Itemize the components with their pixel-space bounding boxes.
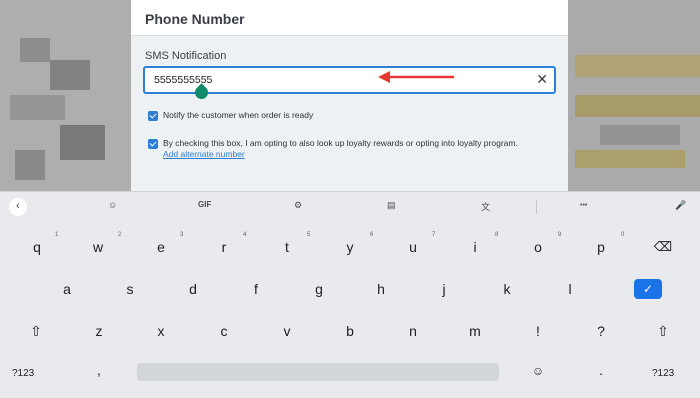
- key-u[interactable]: u: [398, 239, 428, 255]
- key-u-digit: 7: [432, 232, 436, 238]
- shift-left-icon[interactable]: ⇧: [21, 323, 51, 340]
- on-screen-keyboard: ‹ ☺ GIF ⚙ ▤ 文 ••• 🎤 q 1 w 2 e 3 r 4 t 5 …: [0, 191, 700, 398]
- key-o[interactable]: o: [523, 239, 553, 255]
- notify-checkbox-row[interactable]: Notify the customer when order is ready: [148, 110, 313, 121]
- spacebar[interactable]: [137, 363, 499, 381]
- loyalty-checkbox[interactable]: [148, 139, 158, 149]
- key-x[interactable]: x: [146, 323, 176, 339]
- microphone-icon[interactable]: 🎤: [675, 200, 686, 211]
- clipboard-icon[interactable]: ▤: [387, 200, 396, 211]
- phone-input-value: 5555555555: [154, 74, 213, 86]
- backspace-icon[interactable]: ⌫: [648, 239, 678, 255]
- key-question[interactable]: ?: [586, 323, 616, 339]
- key-f[interactable]: f: [241, 281, 271, 297]
- emoji-icon[interactable]: ☺: [523, 364, 553, 378]
- key-w-digit: 2: [118, 232, 122, 238]
- key-j[interactable]: j: [429, 281, 459, 297]
- phone-number-dialog: Phone Number SMS Notification 5555555555…: [131, 0, 568, 191]
- annotation-arrow: [378, 71, 454, 83]
- loyalty-checkbox-row[interactable]: By checking this box, I am opting to als…: [148, 138, 518, 160]
- notify-checkbox[interactable]: [148, 111, 158, 121]
- key-g[interactable]: g: [304, 281, 334, 297]
- key-exclamation[interactable]: !: [523, 323, 553, 339]
- key-q-digit: 1: [55, 232, 59, 238]
- gif-button[interactable]: GIF: [198, 200, 211, 209]
- key-l[interactable]: l: [555, 281, 585, 297]
- key-k[interactable]: k: [492, 281, 522, 297]
- key-s[interactable]: s: [115, 281, 145, 297]
- key-y-digit: 6: [370, 232, 374, 238]
- clear-icon[interactable]: ✕: [536, 72, 548, 86]
- key-p[interactable]: p: [586, 239, 616, 255]
- key-p-digit: 0: [621, 232, 625, 238]
- key-i[interactable]: i: [460, 239, 490, 255]
- key-q[interactable]: q: [22, 239, 52, 255]
- back-icon[interactable]: ‹: [9, 198, 27, 216]
- add-alternate-number-link[interactable]: Add alternate number: [163, 149, 518, 160]
- key-b[interactable]: b: [335, 323, 365, 339]
- notify-label: Notify the customer when order is ready: [163, 110, 314, 120]
- key-h[interactable]: h: [366, 281, 396, 297]
- more-icon[interactable]: •••: [580, 202, 587, 209]
- key-t[interactable]: t: [272, 239, 302, 255]
- key-w[interactable]: w: [83, 239, 113, 255]
- key-y[interactable]: y: [335, 239, 365, 255]
- key-o-digit: 9: [558, 232, 562, 238]
- key-r[interactable]: r: [209, 239, 239, 255]
- key-i-digit: 8: [495, 232, 499, 238]
- key-comma[interactable]: ,: [84, 362, 114, 378]
- key-c[interactable]: c: [209, 323, 239, 339]
- key-n[interactable]: n: [398, 323, 428, 339]
- enter-button[interactable]: ✓: [634, 279, 662, 299]
- key-v[interactable]: v: [272, 323, 302, 339]
- key-m[interactable]: m: [460, 323, 490, 339]
- key-z[interactable]: z: [84, 323, 114, 339]
- key-e[interactable]: e: [146, 239, 176, 255]
- toolbar-divider: [536, 200, 537, 214]
- sms-notification-label: SMS Notification: [145, 50, 227, 62]
- key-r-digit: 4: [243, 232, 247, 238]
- shift-right-icon[interactable]: ⇧: [648, 323, 678, 340]
- loyalty-label: By checking this box, I am opting to als…: [163, 138, 518, 148]
- sticker-icon[interactable]: ☺: [108, 200, 117, 210]
- dialog-header: Phone Number: [131, 0, 568, 36]
- key-d[interactable]: d: [178, 281, 208, 297]
- key-t-digit: 5: [307, 232, 311, 238]
- key-a[interactable]: a: [52, 281, 82, 297]
- translate-icon[interactable]: 文: [481, 200, 490, 213]
- key-e-digit: 3: [180, 232, 184, 238]
- symbols-left-button[interactable]: ?123: [12, 368, 34, 379]
- dialog-title: Phone Number: [145, 11, 245, 27]
- keyboard-toolbar: ‹ ☺ GIF ⚙ ▤ 文 ••• 🎤: [0, 192, 700, 222]
- symbols-right-button[interactable]: ?123: [652, 368, 674, 379]
- settings-icon[interactable]: ⚙: [294, 200, 302, 211]
- key-period[interactable]: .: [586, 362, 616, 378]
